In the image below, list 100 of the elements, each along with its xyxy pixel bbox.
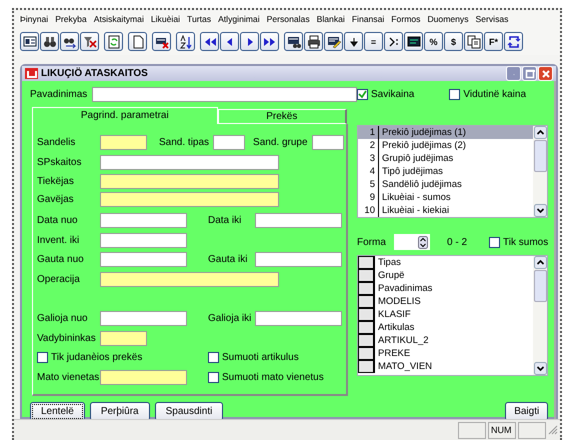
maximize-button[interactable]	[522, 66, 537, 81]
menu-item[interactable]: Atlyginimai	[218, 14, 260, 24]
input-field[interactable]	[100, 272, 279, 287]
toolbar-button[interactable]	[220, 32, 239, 51]
scroll-thumb[interactable]	[534, 270, 547, 302]
field-label: Pavadinimas	[30, 88, 88, 100]
checkbox[interactable]: Savikaina	[357, 88, 414, 100]
scroll-up-icon	[534, 256, 547, 269]
list-row[interactable]: 5 Sandëliô judëjimas	[358, 178, 534, 191]
toolbar-button[interactable]	[260, 32, 279, 51]
menu-item[interactable]: Duomenys	[427, 14, 469, 24]
toolbar-button[interactable]: $	[444, 32, 463, 51]
checkbox[interactable]: Sumuoti mato vienetus	[208, 372, 324, 383]
scrollbar[interactable]	[533, 256, 548, 375]
card-icon	[22, 34, 36, 48]
toolbar-button[interactable]	[152, 32, 171, 51]
menu-item[interactable]: Formos	[391, 14, 420, 24]
toolbar-button[interactable]	[80, 32, 99, 51]
toolbar-button[interactable]	[128, 32, 147, 51]
toolbar-button[interactable]	[404, 32, 423, 51]
row-selector[interactable]	[358, 282, 375, 295]
list-row[interactable]: 2 Prekiô judëjimas (2)	[358, 139, 534, 152]
name-field[interactable]	[92, 86, 357, 102]
menu-item[interactable]: Turtas	[187, 14, 212, 24]
menu-item[interactable]: Þinynai	[20, 14, 48, 24]
row-selector[interactable]	[358, 269, 375, 282]
toolbar-button[interactable]	[284, 32, 303, 51]
checkbox[interactable]: Tik sumos	[489, 236, 548, 248]
menu-item[interactable]: Atsiskaitymai	[94, 14, 144, 24]
menu-item[interactable]: Prekyba	[55, 14, 87, 24]
toolbar-button[interactable]	[384, 32, 403, 51]
row-selector[interactable]	[358, 347, 375, 360]
tab[interactable]: Prekës	[218, 109, 347, 124]
range-text: 0 - 2	[447, 236, 468, 248]
row-selector[interactable]	[358, 334, 375, 347]
list-row[interactable]: 10 Likuèiai - kiekiai	[358, 204, 534, 217]
list-row[interactable]: 1 Prekiô judëjimas (1)	[358, 126, 534, 139]
row-text: MODELIS	[377, 296, 421, 307]
minimize-button[interactable]	[506, 66, 521, 81]
checkbox[interactable]: Tik judanèios prekës	[37, 352, 142, 364]
row-selector[interactable]	[358, 360, 375, 373]
input-field[interactable]	[100, 174, 279, 188]
list-row[interactable]: 4 Tipô judëjimas	[358, 165, 534, 178]
input-field[interactable]	[100, 232, 187, 248]
toolbar-button[interactable]	[200, 32, 219, 51]
input-field[interactable]	[100, 370, 187, 385]
list-row[interactable]: 3 Grupiô judëjimas	[358, 152, 534, 165]
input-field[interactable]	[100, 154, 279, 170]
toolbar-button[interactable]	[324, 32, 343, 51]
toolbar-button[interactable]	[40, 32, 59, 51]
toolbar-button[interactable]: =	[364, 32, 383, 51]
toolbar-button[interactable]	[344, 32, 363, 51]
field-label: Sand. tipas	[159, 137, 210, 148]
menu-item[interactable]: Likuèiai	[150, 14, 180, 24]
row-selector[interactable]	[358, 308, 375, 321]
input-field[interactable]	[100, 192, 279, 206]
scroll-thumb[interactable]	[534, 140, 547, 172]
row-text: Prekiô judëjimas (1)	[381, 127, 466, 138]
tab[interactable]: Pagrind. parametrai	[32, 107, 218, 124]
input-field[interactable]	[100, 213, 187, 228]
spin-arrows-icon	[418, 236, 428, 248]
menu-item[interactable]: Personalas	[266, 14, 310, 24]
row-selector[interactable]	[358, 295, 375, 308]
checkbox[interactable]: Vidutinë kaina	[449, 88, 526, 100]
toolbar-button[interactable]	[504, 32, 523, 51]
field-label: SPskaitos	[37, 156, 82, 168]
toolbar-button[interactable]	[104, 32, 123, 51]
maximize-icon	[524, 68, 534, 78]
toolbar-button[interactable]	[464, 32, 483, 51]
input-field[interactable]	[255, 311, 342, 326]
input-field[interactable]	[100, 252, 187, 268]
row-selector[interactable]	[358, 321, 375, 334]
menu-item[interactable]: Finansai	[352, 14, 384, 24]
row-number: 4	[358, 165, 379, 178]
list-row[interactable]: 9 Likuèiai - sumos	[358, 191, 534, 204]
input-field[interactable]	[213, 135, 246, 150]
toolbar-button[interactable]: F*	[484, 32, 503, 51]
input-field[interactable]	[255, 213, 342, 228]
field-label: Gauta nuo	[37, 254, 85, 266]
close-button[interactable]	[538, 66, 553, 81]
toolbar-button[interactable]	[240, 32, 259, 51]
input-field[interactable]	[312, 135, 344, 150]
input-field[interactable]	[100, 135, 147, 150]
spin-field[interactable]	[394, 234, 430, 250]
toolbar-button[interactable]	[304, 32, 323, 51]
input-field[interactable]	[255, 252, 342, 268]
menu-item[interactable]: Blankai	[316, 14, 345, 24]
toolbar-button[interactable]	[20, 32, 39, 51]
field-label: Data nuo	[37, 215, 79, 226]
row-selector[interactable]	[358, 256, 375, 269]
input-field[interactable]	[100, 311, 187, 326]
toolbar-button[interactable]	[176, 32, 195, 51]
input-field[interactable]	[100, 330, 147, 346]
row-text: Pavadinimas	[377, 283, 432, 294]
scrollbar[interactable]	[533, 126, 548, 217]
toolbar-button[interactable]: %	[424, 32, 443, 51]
menu-item[interactable]: Servisas	[476, 14, 508, 24]
monitor-icon	[406, 34, 420, 48]
checkbox[interactable]: Sumuoti artikulus	[208, 352, 299, 364]
toolbar-button[interactable]	[60, 32, 79, 51]
